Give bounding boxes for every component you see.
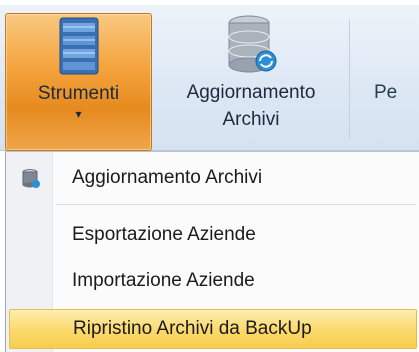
aggiornamento-label-line2: Archivi [222, 109, 280, 130]
strumenti-button[interactable]: Strumenti ▾ [5, 13, 152, 151]
pe-icon-area [365, 13, 419, 79]
menu-item-importazione-aziende[interactable]: Importazione Aziende [9, 261, 417, 303]
menu-item-aggiornamento-archivi[interactable]: Aggiornamento Archivi [9, 158, 417, 200]
menu-item-ripristino-archivi[interactable]: Ripristino Archivi da BackUp [9, 309, 417, 349]
database-refresh-icon [222, 13, 280, 79]
aggiornamento-label-line1: Aggiornamento [186, 82, 316, 103]
title-fragment [200, 0, 230, 4]
database-tools-icon [50, 14, 108, 80]
menu-item-label: Aggiornamento Archivi [72, 167, 263, 188]
strumenti-label: Strumenti [37, 83, 120, 104]
menu-separator [56, 204, 416, 205]
database-refresh-icon [22, 169, 40, 189]
menu-item-label: Ripristino Archivi da BackUp [73, 318, 312, 339]
aggiornamento-archivi-button[interactable]: Aggiornamento Archivi [162, 13, 340, 151]
menu-item-esportazione-aziende[interactable]: Esportazione Aziende [9, 215, 417, 257]
ribbon-separator [349, 19, 350, 139]
pe-label: Pe [374, 82, 398, 103]
chevron-down-icon: ▾ [75, 107, 82, 121]
ribbon-bar: Strumenti ▾ Aggiornamento Archivi Pe [0, 5, 419, 151]
pe-button[interactable]: Pe [354, 13, 419, 151]
strumenti-dropdown-menu: Aggiornamento Archivi Esportazione Azien… [5, 151, 419, 352]
menu-item-label: Esportazione Aziende [72, 224, 256, 245]
menu-item-label: Importazione Aziende [72, 270, 255, 291]
